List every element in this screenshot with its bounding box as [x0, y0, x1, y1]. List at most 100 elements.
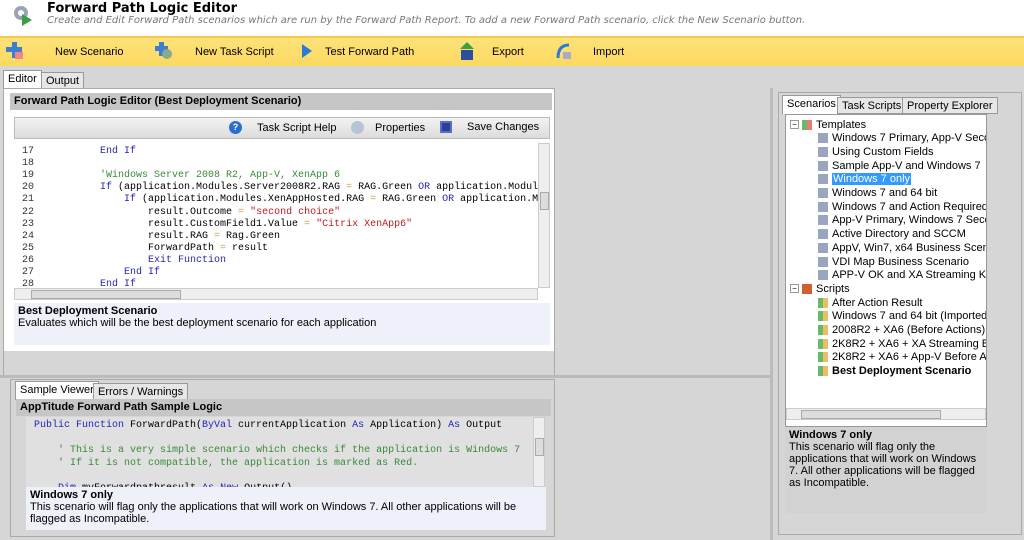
tree-item-template[interactable]: Windows 7 Primary, App-V Secor [818, 132, 986, 145]
tree-description-text: This scenario will flag only the applica… [789, 441, 977, 489]
task-script-help-button[interactable]: ? Task Script Help [229, 121, 336, 134]
tree-item-script[interactable]: 2008R2 + XA6 (Before Actions) [818, 324, 985, 337]
tree-item-script[interactable]: Best Deployment Scenario [818, 365, 971, 378]
tree-item-label: Best Deployment Scenario [832, 365, 972, 378]
new-scenario-label: New Scenario [55, 46, 124, 58]
tree-item-template[interactable]: Sample App-V and Windows 7 [818, 159, 981, 172]
vertical-splitter[interactable] [770, 88, 773, 540]
line-number: 25 [22, 242, 35, 254]
description-text: Evaluates which will be the best deploym… [18, 317, 377, 329]
script-icon [818, 366, 828, 377]
description-title: Best Deployment Scenario [18, 305, 158, 317]
tab-sample-viewer[interactable]: Sample Viewer [15, 381, 99, 400]
right-panel: Scenarios Task Scripts Property Explorer… [778, 92, 1022, 535]
tree-item-script[interactable]: After Action Result [818, 296, 923, 309]
tree-item-template[interactable]: AppV, Win7, x64 Business Scenar [818, 241, 987, 254]
tree-group-templates[interactable]: − Templates [790, 118, 866, 131]
export-button[interactable]: Export [458, 38, 524, 66]
tab-editor[interactable]: Editor [3, 70, 42, 89]
script-icon [818, 297, 828, 308]
sample-description-text: This scenario will flag only the applica… [30, 501, 517, 525]
code-line: result.RAG = Rag.Green [76, 230, 281, 242]
line-number: 19 [22, 170, 35, 182]
sample-code-line: ' If it is not compatible, the applicati… [58, 457, 419, 469]
editor-title: Forward Path Logic Editor (Best Deployme… [10, 93, 552, 110]
tree-item-label: Windows 7 and 64 bit [832, 187, 938, 199]
sample-description-title: Windows 7 only [30, 489, 114, 501]
editor-panel: Forward Path Logic Editor (Best Deployme… [3, 88, 555, 375]
code-line: 'Windows Server 2008 R2, App-V, XenApp 6 [100, 170, 341, 182]
new-task-script-icon [155, 42, 172, 59]
export-label: Export [492, 46, 524, 58]
tree-group-scripts[interactable]: − Scripts [790, 282, 850, 295]
scripts-icon [802, 283, 812, 294]
tree-item-template[interactable]: Windows 7 and 64 bit [818, 187, 937, 200]
sample-panel: Sample Viewer Errors / Warnings AppTitud… [10, 379, 555, 537]
new-task-script-button[interactable]: New Task Script [155, 38, 274, 66]
properties-icon [351, 121, 364, 134]
tree-horizontal-scrollbar[interactable] [786, 408, 986, 420]
scenario-icon [818, 201, 828, 212]
test-forward-path-button[interactable]: Test Forward Path [300, 38, 414, 66]
save-changes-button[interactable]: Save Changes [440, 121, 539, 133]
task-script-help-label: Task Script Help [257, 121, 337, 134]
collapse-icon[interactable]: − [790, 120, 799, 129]
line-number: 23 [22, 218, 35, 230]
code-line: result.Outcome = "second choice" [76, 206, 341, 218]
scenario-icon [818, 229, 828, 240]
properties-button[interactable]: Properties [351, 121, 425, 134]
editor-toolbar: ? Task Script Help Properties Save Chang… [14, 117, 550, 139]
horizontal-scrollbar[interactable] [14, 288, 538, 300]
collapse-icon[interactable]: − [790, 284, 799, 294]
tree-item-label: 2008R2 + XA6 (Before Actions) [832, 324, 986, 336]
code-line: End If [100, 146, 137, 157]
tree-item-template[interactable]: Using Custom Fields [818, 145, 933, 158]
sample-scrollbar[interactable] [533, 417, 545, 487]
gears-icon [14, 6, 32, 26]
tree-item-template[interactable]: VDI Map Business Scenario [818, 255, 969, 268]
line-number: 28 [22, 279, 35, 288]
tree-item-label: APP-V OK and XA Streaming KO [832, 269, 987, 282]
script-icon [818, 338, 828, 349]
tree-item-script[interactable]: 2K8R2 + XA6 + XA Streaming Befc [818, 337, 986, 350]
code-line: result.CustomField1.Value = "Citrix XenA… [76, 218, 413, 230]
scenario-description: Best Deployment Scenario Evaluates which… [14, 303, 550, 345]
scenario-icon [818, 174, 828, 185]
tree-item-template[interactable]: Active Directory and SCCM [818, 228, 966, 241]
horizontal-splitter[interactable] [0, 375, 770, 378]
tab-errors-warnings[interactable]: Errors / Warnings [93, 383, 189, 400]
templates-icon [802, 119, 812, 130]
tree-item-template[interactable]: App-V Primary, Windows 7 Secor [818, 214, 987, 227]
tree-item-label: Sample App-V and Windows 7 [832, 159, 981, 172]
tree-item-label: Windows 7 and Action Required [832, 200, 987, 213]
tree-item-label: AppV, Win7, x64 Business Scenar [832, 241, 987, 254]
tree-item-template[interactable]: APP-V OK and XA Streaming KO [818, 269, 987, 282]
tree-item-label: Windows 7 only [832, 173, 912, 186]
tab-task-scripts[interactable]: Task Scripts [837, 97, 907, 114]
vertical-scrollbar[interactable] [538, 143, 550, 288]
scenario-icon [818, 133, 828, 144]
tree-item-label: VDI Map Business Scenario [832, 255, 969, 268]
tree-item-template[interactable]: Windows 7 and Action Required [818, 200, 987, 213]
toolbar: New Scenario New Task Script Test Forwar… [0, 36, 1024, 66]
import-button[interactable]: Import [555, 38, 624, 66]
sample-code-line: Public Function ForwardPath(ByVal curren… [34, 420, 503, 431]
tree-item-template[interactable]: Windows 7 only [818, 173, 912, 186]
tree-item-label: 2K8R2 + XA6 + App-V Before Actic [832, 351, 987, 364]
code-editor[interactable]: 17 End If 18 19 'Windows Server 2008 R2, A… [14, 143, 548, 288]
scenario-icon [818, 146, 828, 157]
header: Forward Path Logic Editor Create and Edi… [0, 0, 1024, 36]
tree-item-script[interactable]: 2K8R2 + XA6 + App-V Before Actic [818, 351, 987, 364]
play-icon [302, 44, 312, 58]
tree-item-script[interactable]: Windows 7 and 64 bit (Imported) [818, 310, 986, 323]
tree-item-label: App-V Primary, Windows 7 Secor [832, 214, 987, 227]
new-scenario-button[interactable]: New Scenario [6, 38, 123, 66]
tab-property-explorer[interactable]: Property Explorer [902, 97, 998, 114]
tab-output[interactable]: Output [41, 72, 85, 89]
line-number: 26 [22, 254, 35, 266]
tree-item-label: After Action Result [832, 296, 923, 309]
tree-item-label: Active Directory and SCCM [832, 228, 966, 241]
line-number: 22 [22, 206, 35, 218]
code-line: Exit Function [148, 254, 227, 266]
tab-scenarios[interactable]: Scenarios [782, 95, 841, 114]
